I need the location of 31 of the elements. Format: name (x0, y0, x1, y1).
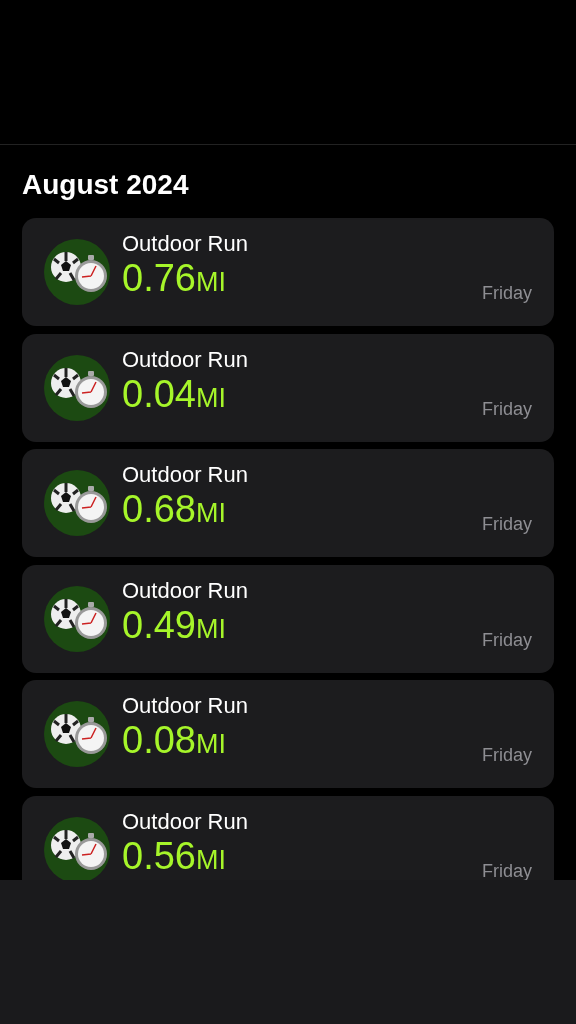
workout-distance: 0.08MI (122, 719, 227, 763)
workout-day: Friday (482, 629, 532, 651)
workout-distance: 0.49MI (122, 603, 227, 648)
workout-card[interactable]: Outdoor Run 0.56MI Friday (22, 795, 554, 880)
workout-day: Friday (482, 745, 532, 766)
workout-distance: 0.76MI (122, 257, 227, 301)
workout-name: Outdoor Run (122, 462, 249, 488)
ball-stopwatch-icon (44, 239, 110, 305)
ball-stopwatch-icon (44, 585, 110, 652)
workout-distance: 0.56MI (122, 834, 227, 879)
workout-card[interactable]: Outdoor Run 0.08MI Friday (22, 680, 554, 788)
workout-name: Outdoor Run (122, 346, 249, 373)
workout-name: Outdoor Run (122, 808, 249, 835)
workout-card[interactable]: Outdoor Run 0.49MI Friday (22, 564, 554, 673)
workout-card[interactable]: Outdoor Run 0.76MI Friday (22, 218, 554, 326)
ball-stopwatch-icon (44, 701, 110, 767)
workout-name: Outdoor Run (122, 577, 249, 604)
workout-day: Friday (482, 398, 532, 420)
workout-distance: 0.04MI (122, 372, 227, 417)
workout-card[interactable]: Outdoor Run 0.68MI Friday (22, 449, 554, 557)
ball-stopwatch-icon (44, 816, 110, 880)
workout-day: Friday (482, 860, 532, 880)
workout-distance: 0.68MI (122, 488, 227, 532)
workout-name: Outdoor Run (122, 231, 249, 257)
workout-day: Friday (482, 514, 532, 535)
workout-day: Friday (482, 283, 532, 304)
workout-name: Outdoor Run (122, 693, 249, 719)
ball-stopwatch-icon (44, 470, 110, 536)
section-title: August 2024 (22, 169, 190, 201)
workout-card[interactable]: Outdoor Run 0.04MI Friday (22, 333, 554, 442)
ball-stopwatch-icon (44, 354, 110, 421)
